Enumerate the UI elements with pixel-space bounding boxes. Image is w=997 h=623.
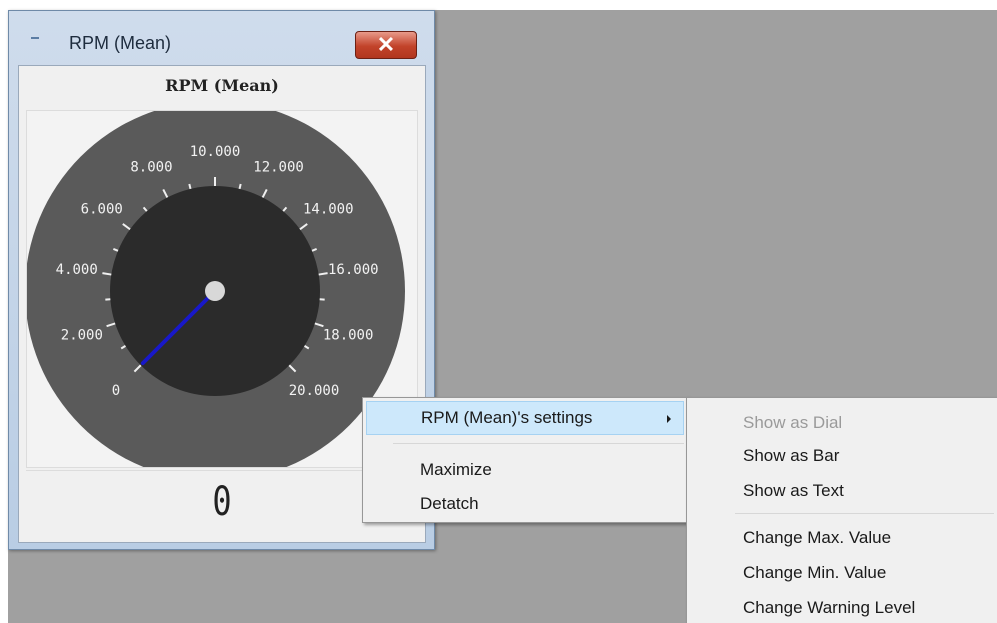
submenu-item-label: Change Max. Value (743, 528, 892, 547)
context-menu: RPM (Mean)'s settings Maximize Detatch (362, 397, 688, 523)
menu-item-settings[interactable]: RPM (Mean)'s settings (366, 401, 684, 435)
dial-tick (102, 272, 112, 276)
dial-hub (205, 281, 225, 301)
menu-separator (393, 443, 684, 444)
close-button[interactable]: ✕ (355, 31, 417, 59)
dial-tick (188, 183, 192, 190)
gauge-panel: 0 2.000 4.000 6.000 8.000 10.000 12.000 14.000 1… (26, 110, 418, 468)
menu-item-detatch[interactable]: Detatch (366, 487, 684, 521)
dial-tick-label: 20.000 (289, 383, 340, 399)
dial-tick (318, 272, 328, 276)
window-titlebar[interactable]: RPM (Mean) ✕ (9, 11, 434, 65)
dial-tick-label: 16.000 (328, 262, 379, 278)
dial-tick-label: 2.000 (61, 327, 103, 343)
submenu-item-label: Show as Text (743, 481, 844, 500)
menu-item-maximize[interactable]: Maximize (366, 453, 684, 487)
submenu-item-label: Show as Dial (743, 413, 843, 432)
submenu-item-label: Change Warning Level (743, 598, 916, 617)
submenu-item-change-max[interactable]: Change Max. Value (690, 521, 994, 553)
submenu-item-change-warning[interactable]: Change Warning Level (690, 591, 994, 623)
submenu-item-show-as-dial: Show as Dial (690, 406, 994, 438)
submenu-item-change-min[interactable]: Change Min. Value (690, 556, 994, 588)
dial-tick-label: 8.000 (130, 159, 172, 175)
readout-panel: 0 (26, 470, 418, 533)
submenu-separator (735, 513, 994, 514)
rpm-dial: 0 2.000 4.000 6.000 8.000 10.000 12.000 14.000 1… (27, 111, 405, 467)
dial-tick-label: 4.000 (56, 262, 98, 278)
submenu-item-label: Show as Bar (743, 446, 840, 465)
window-title: RPM (Mean) (69, 33, 172, 53)
dial-tick-label: 12.000 (253, 159, 304, 175)
menu-item-label: Maximize (420, 460, 492, 479)
menu-item-label: RPM (Mean)'s settings (421, 408, 593, 427)
settings-submenu: Show as Dial Show as Bar Show as Text Ch… (686, 397, 997, 623)
submenu-arrow-icon (667, 415, 671, 423)
menu-item-label: Detatch (420, 494, 479, 513)
dial-tick-label: 0 (112, 383, 120, 399)
gauge-title: RPM (Mean) (165, 76, 279, 95)
dial-tick-label: 14.000 (303, 202, 354, 218)
submenu-item-label: Change Min. Value (743, 563, 887, 582)
dial-tick-label: 10.000 (190, 144, 241, 160)
dial-tick-label: 6.000 (81, 202, 123, 218)
dial-tick-label: 18.000 (323, 327, 374, 343)
dial-tick (238, 183, 242, 190)
submenu-item-show-as-bar[interactable]: Show as Bar (690, 439, 994, 471)
rpm-readout: 0 (212, 479, 232, 525)
submenu-item-show-as-text[interactable]: Show as Text (690, 474, 994, 506)
window-menu-icon[interactable] (31, 37, 39, 39)
